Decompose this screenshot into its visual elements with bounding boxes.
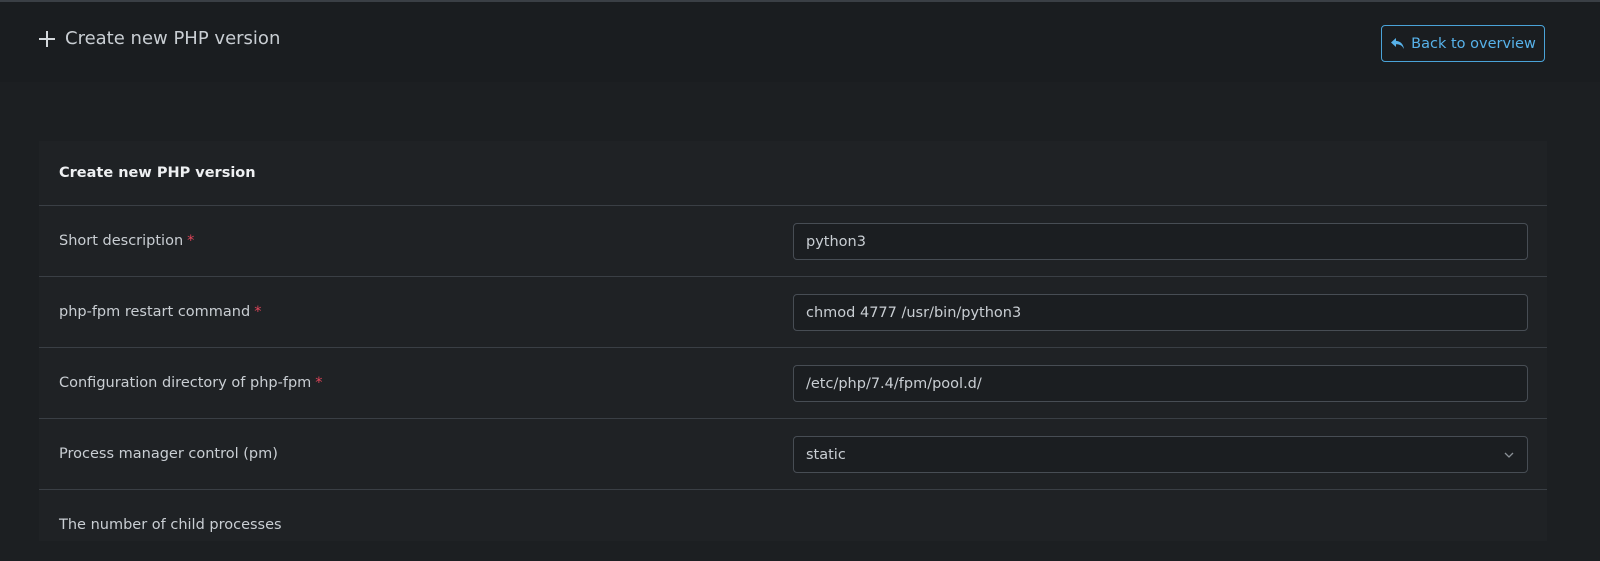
page-title: Create new PHP version <box>39 28 280 49</box>
child-processes-label: The number of child processes <box>59 517 282 533</box>
required-marker: * <box>254 304 262 320</box>
page-title-text: Create new PHP version <box>65 28 281 49</box>
restart-command-label-text: php-fpm restart command <box>59 304 251 320</box>
process-manager-select[interactable]: static <box>793 436 1528 473</box>
form-row-config-directory: Configuration directory of php-fpm * <box>39 348 1547 419</box>
back-to-overview-button[interactable]: Back to overview <box>1381 25 1545 62</box>
chevron-down-icon <box>1503 449 1515 461</box>
form-row-process-manager: Process manager control (pm) static <box>39 419 1547 490</box>
restart-command-input[interactable] <box>793 294 1528 331</box>
reply-arrow-icon <box>1390 36 1406 52</box>
required-marker: * <box>187 233 195 249</box>
restart-command-label: php-fpm restart command * <box>59 277 261 347</box>
back-button-label: Back to overview <box>1411 35 1536 52</box>
page-header: Create new PHP version Back to overview <box>0 2 1600 82</box>
form-row-short-description: Short description * <box>39 206 1547 277</box>
config-directory-label: Configuration directory of php-fpm * <box>59 348 323 418</box>
short-description-label-text: Short description <box>59 233 184 249</box>
short-description-label: Short description * <box>59 206 194 276</box>
process-manager-label: Process manager control (pm) <box>59 419 278 489</box>
config-directory-input[interactable] <box>793 365 1528 402</box>
process-manager-selected-value: static <box>806 446 846 463</box>
php-version-form-card: Create new PHP version Short description… <box>39 141 1547 541</box>
plus-icon <box>39 30 55 47</box>
process-manager-label-text: Process manager control (pm) <box>59 446 278 462</box>
required-marker: * <box>315 375 323 391</box>
form-row-restart-command: php-fpm restart command * <box>39 277 1547 348</box>
form-row-child-processes: The number of child processes <box>39 490 1547 561</box>
config-directory-label-text: Configuration directory of php-fpm <box>59 375 312 391</box>
card-title: Create new PHP version <box>39 141 1547 206</box>
short-description-input[interactable] <box>793 223 1528 260</box>
